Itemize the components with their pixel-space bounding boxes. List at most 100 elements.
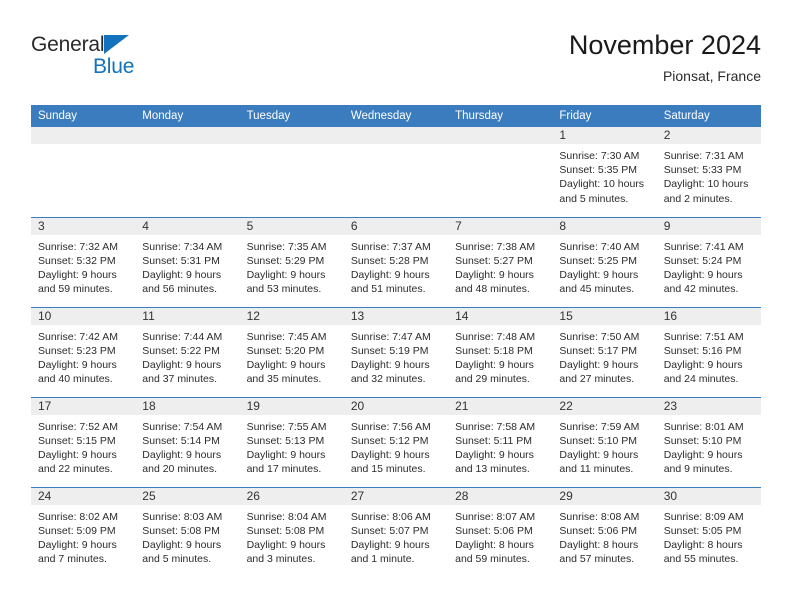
calendar-cell-day[interactable]: 5 Sunrise: 7:35 AM Sunset: 5:29 PM Daylight… (239, 216, 344, 307)
daylight-duration-line1: Daylight: 9 hours (38, 448, 117, 461)
sunrise-time: Sunrise: 7:59 AM (559, 420, 640, 433)
sunset-time: Sunset: 5:24 PM (663, 254, 742, 267)
day-info: Sunrise: 8:01 AM Sunset: 5:10 PM Daylight:… (657, 415, 761, 477)
daylight-duration-line2: and 2 minutes. (663, 192, 733, 205)
day-number: 19 (239, 397, 344, 415)
day-info: Sunrise: 8:09 AM Sunset: 5:05 PM Daylight:… (657, 505, 761, 567)
daylight-duration-line2: and 27 minutes. (559, 373, 635, 386)
daylight-duration-line2: and 42 minutes. (663, 283, 739, 296)
calendar-cell-day[interactable]: 10 Sunrise: 7:42 AM Sunset: 5:23 PM Dayligh… (31, 306, 136, 397)
calendar-cell-day[interactable]: 22 Sunrise: 7:59 AM Sunset: 5:10 PM Dayligh… (552, 396, 657, 487)
daylight-duration-line1: Daylight: 9 hours (559, 448, 639, 461)
page-title: November 2024 (568, 30, 761, 60)
logo-text-blue: Blue (93, 55, 135, 78)
daylight-duration-line1: Daylight: 9 hours (663, 358, 743, 371)
day-info: Sunrise: 7:37 AM Sunset: 5:28 PM Daylight:… (344, 235, 448, 297)
calendar-cell-day[interactable]: 26 Sunrise: 8:04 AM Sunset: 5:08 PM Dayligh… (239, 486, 344, 577)
daylight-duration-line2: and 22 minutes. (38, 463, 113, 476)
daylight-duration-line2: and 59 minutes. (38, 283, 113, 296)
calendar-cell-day[interactable]: 19 Sunrise: 7:55 AM Sunset: 5:13 PM Dayligh… (239, 396, 344, 487)
day-number: 6 (343, 217, 449, 235)
day-info (448, 144, 553, 149)
calendar-week-row: 3 Sunrise: 7:32 AM Sunset: 5:32 PM Daylight… (31, 216, 761, 307)
day-info: Sunrise: 7:31 AM Sunset: 5:33 PM Daylight:… (657, 144, 761, 206)
daylight-duration-line2: and 11 minutes. (559, 463, 634, 476)
sunset-time: Sunset: 5:33 PM (663, 164, 742, 177)
sunset-time: Sunset: 5:19 PM (350, 344, 429, 357)
calendar-cell-empty (448, 127, 553, 217)
calendar-cell-day[interactable]: 3 Sunrise: 7:32 AM Sunset: 5:32 PM Daylight… (31, 216, 136, 307)
day-info: Sunrise: 7:50 AM Sunset: 5:17 PM Daylight:… (552, 325, 656, 387)
daylight-duration-line1: Daylight: 9 hours (663, 268, 743, 281)
calendar-cell-day[interactable]: 4 Sunrise: 7:34 AM Sunset: 5:31 PM Daylight… (135, 216, 240, 307)
calendar-cell-day[interactable]: 13 Sunrise: 7:47 AM Sunset: 5:19 PM Dayligh… (343, 306, 449, 397)
calendar-cell-day[interactable]: 29 Sunrise: 8:08 AM Sunset: 5:06 PM Dayligh… (552, 486, 657, 577)
page-header: General Blue November 2024 Pionsat, Fran… (31, 28, 761, 100)
day-number: 26 (239, 487, 344, 505)
sunset-time: Sunset: 5:16 PM (663, 344, 742, 357)
daylight-duration-line1: Daylight: 10 hours (559, 178, 645, 191)
sunset-time: Sunset: 5:18 PM (455, 344, 533, 357)
day-info (31, 144, 136, 149)
sunrise-time: Sunrise: 7:50 AM (559, 330, 640, 343)
daylight-duration-line2: and 20 minutes. (142, 463, 217, 476)
calendar-cell-day[interactable]: 18 Sunrise: 7:54 AM Sunset: 5:14 PM Dayligh… (135, 396, 240, 487)
calendar-cell-day[interactable]: 21 Sunrise: 7:58 AM Sunset: 5:11 PM Dayligh… (448, 396, 553, 487)
sunrise-time: Sunrise: 8:03 AM (142, 510, 223, 523)
day-number: 3 (31, 217, 136, 235)
day-info: Sunrise: 7:32 AM Sunset: 5:32 PM Daylight:… (31, 235, 135, 297)
calendar-cell-day[interactable]: 14 Sunrise: 7:48 AM Sunset: 5:18 PM Dayligh… (448, 306, 553, 397)
day-number: 7 (448, 217, 553, 235)
calendar-cell-day[interactable]: 17 Sunrise: 7:52 AM Sunset: 5:15 PM Dayligh… (31, 396, 136, 487)
calendar-cell-day[interactable]: 20 Sunrise: 7:56 AM Sunset: 5:12 PM Dayligh… (343, 396, 449, 487)
calendar-cell-day[interactable]: 25 Sunrise: 8:03 AM Sunset: 5:08 PM Dayligh… (135, 486, 240, 577)
daylight-duration-line2: and 37 minutes. (142, 373, 217, 386)
calendar-cell-day[interactable]: 30 Sunrise: 8:09 AM Sunset: 5:05 PM Dayligh… (656, 486, 761, 577)
sunrise-time: Sunrise: 8:04 AM (246, 510, 327, 523)
calendar-cell-day[interactable]: 2 Sunrise: 7:31 AM Sunset: 5:33 PM Daylight… (656, 127, 761, 217)
calendar-cell-day[interactable]: 28 Sunrise: 8:07 AM Sunset: 5:06 PM Dayligh… (448, 486, 553, 577)
calendar-cell-day[interactable]: 24 Sunrise: 8:02 AM Sunset: 5:09 PM Dayligh… (31, 486, 136, 577)
sunrise-time: Sunrise: 7:56 AM (350, 420, 431, 433)
calendar-cell-day[interactable]: 15 Sunrise: 7:50 AM Sunset: 5:17 PM Dayligh… (552, 306, 657, 397)
day-info: Sunrise: 8:07 AM Sunset: 5:06 PM Daylight:… (448, 505, 552, 567)
day-info: Sunrise: 7:56 AM Sunset: 5:12 PM Daylight:… (344, 415, 448, 477)
daylight-duration-line2: and 1 minute. (350, 553, 415, 566)
day-number: 14 (448, 307, 553, 325)
day-number: 22 (552, 397, 657, 415)
calendar-cell-day[interactable]: 1 Sunrise: 7:30 AM Sunset: 5:35 PM Daylight… (552, 127, 657, 217)
calendar-cell-day[interactable]: 11 Sunrise: 7:44 AM Sunset: 5:22 PM Dayligh… (135, 306, 240, 397)
sunset-time: Sunset: 5:12 PM (350, 434, 429, 447)
daylight-duration-line1: Daylight: 9 hours (142, 358, 222, 371)
sunrise-time: Sunrise: 7:35 AM (246, 240, 327, 253)
sunset-time: Sunset: 5:06 PM (455, 524, 533, 537)
calendar-cell-day[interactable]: 16 Sunrise: 7:51 AM Sunset: 5:16 PM Dayligh… (656, 306, 761, 397)
daylight-duration-line2: and 55 minutes. (663, 553, 739, 566)
day-info: Sunrise: 7:44 AM Sunset: 5:22 PM Daylight:… (135, 325, 239, 387)
daylight-duration-line1: Daylight: 9 hours (455, 358, 534, 371)
general-blue-logo[interactable]: General Blue (31, 32, 211, 90)
calendar-cell-day[interactable]: 27 Sunrise: 8:06 AM Sunset: 5:07 PM Dayligh… (343, 486, 449, 577)
calendar-cell-day[interactable]: 9 Sunrise: 7:41 AM Sunset: 5:24 PM Daylight… (656, 216, 761, 307)
day-number: 13 (343, 307, 449, 325)
daylight-duration-line2: and 3 minutes. (246, 553, 316, 566)
day-number: 30 (656, 487, 761, 505)
day-info: Sunrise: 8:04 AM Sunset: 5:08 PM Daylight:… (240, 505, 344, 567)
calendar-cell-day[interactable]: 23 Sunrise: 8:01 AM Sunset: 5:10 PM Dayligh… (656, 396, 761, 487)
calendar-cell-empty (31, 127, 136, 217)
calendar-cell-day[interactable]: 6 Sunrise: 7:37 AM Sunset: 5:28 PM Daylight… (343, 216, 449, 307)
day-number (135, 127, 240, 144)
calendar-cell-day[interactable]: 7 Sunrise: 7:38 AM Sunset: 5:27 PM Daylight… (448, 216, 553, 307)
calendar-page: General Blue November 2024 Pionsat, Fran… (0, 0, 792, 612)
daylight-duration-line1: Daylight: 8 hours (663, 538, 743, 551)
daylight-duration-line1: Daylight: 9 hours (350, 448, 430, 461)
sunrise-time: Sunrise: 7:44 AM (142, 330, 223, 343)
daylight-duration-line2: and 45 minutes. (559, 283, 635, 296)
day-number: 18 (135, 397, 240, 415)
day-info: Sunrise: 7:48 AM Sunset: 5:18 PM Daylight:… (448, 325, 552, 387)
calendar-cell-day[interactable]: 8 Sunrise: 7:40 AM Sunset: 5:25 PM Daylight… (552, 216, 657, 307)
calendar-cell-day[interactable]: 12 Sunrise: 7:45 AM Sunset: 5:20 PM Dayligh… (239, 306, 344, 397)
daylight-duration-line2: and 24 minutes. (663, 373, 739, 386)
sunrise-time: Sunrise: 7:32 AM (38, 240, 118, 253)
sunrise-time: Sunrise: 7:45 AM (246, 330, 327, 343)
